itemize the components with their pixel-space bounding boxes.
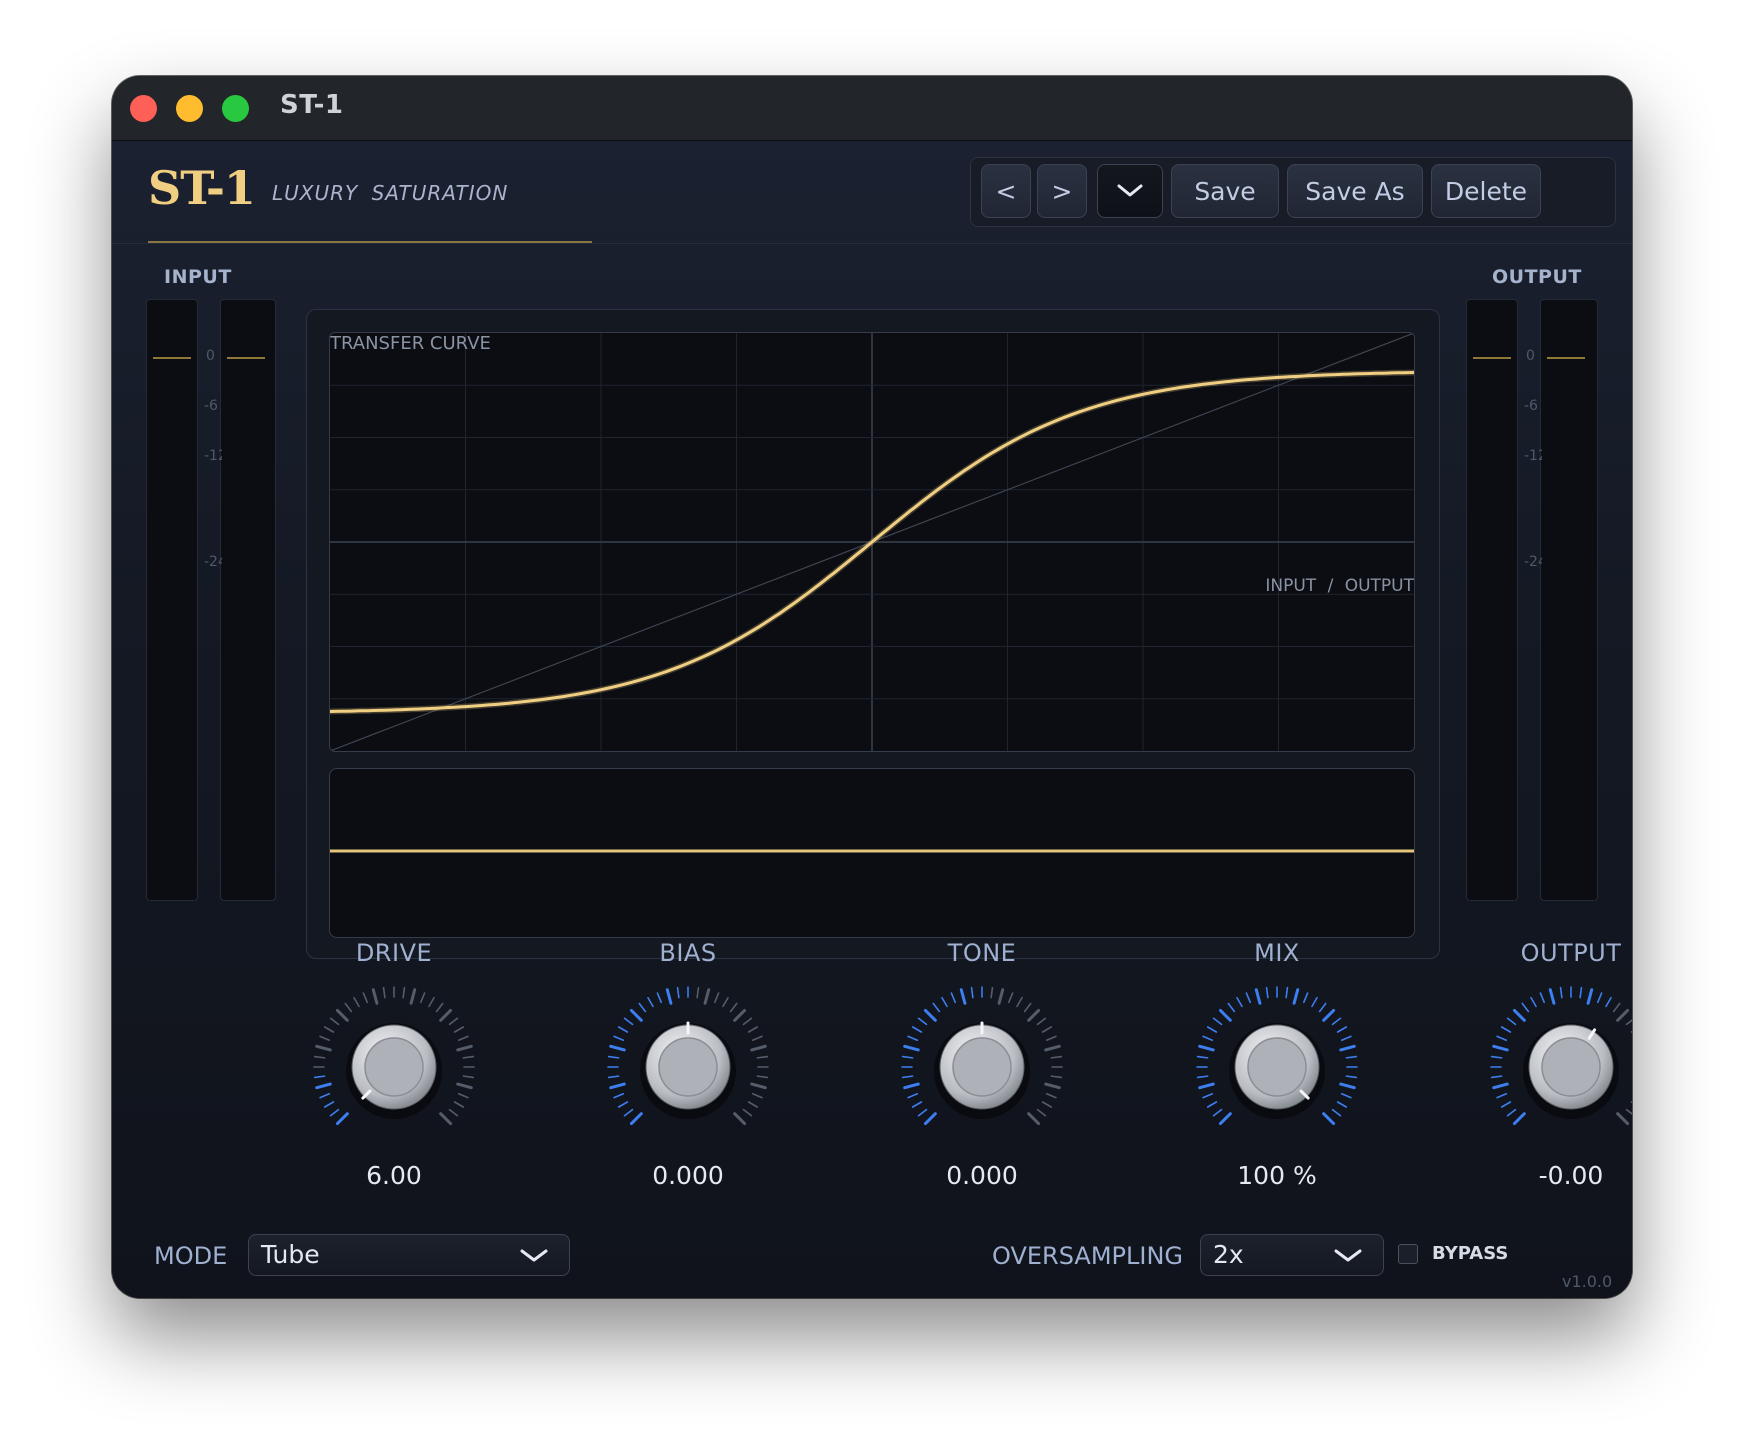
bias-value[interactable]: 0.000	[578, 1161, 798, 1190]
minimize-window-button[interactable]	[176, 95, 203, 122]
mix-knob-group: MIX 100 %	[1167, 939, 1387, 1190]
bias-knob-group: BIAS 0.000	[578, 939, 798, 1190]
input-scale-6: -6	[204, 398, 218, 414]
waveform-display	[329, 768, 1415, 938]
transfer-curve-title: TRANSFER CURVE	[330, 333, 491, 354]
waveform-trace	[330, 849, 1414, 853]
input-scale-24: -24	[204, 554, 222, 570]
window-title: ST-1	[280, 90, 344, 120]
mix-knob[interactable]	[1187, 977, 1367, 1157]
mode-select[interactable]: Tube	[248, 1234, 570, 1276]
preset-bar: < > Save Save As Delete	[970, 157, 1616, 227]
peak-marker	[227, 357, 265, 359]
visualizer-panel: TRANSFER CURVE INPUT / OUTPUT	[306, 309, 1440, 959]
tone-knob-group: TONE 0.000	[872, 939, 1092, 1190]
drive-label: DRIVE	[355, 939, 433, 967]
transfer-curve-display: TRANSFER CURVE INPUT / OUTPUT	[329, 332, 1415, 752]
output-meter-label: OUTPUT	[1492, 266, 1582, 288]
chevron-down-icon	[1117, 184, 1143, 197]
mode-selected-value: Tube	[261, 1240, 320, 1269]
tone-label: TONE	[947, 939, 1017, 967]
input-scale-0: 0	[206, 348, 215, 364]
delete-button[interactable]: Delete	[1431, 164, 1541, 218]
input-meter-right	[220, 299, 276, 901]
mix-value[interactable]: 100 %	[1167, 1161, 1387, 1190]
bypass-checkbox[interactable]	[1398, 1244, 1418, 1264]
input-scale-12: -12	[204, 448, 222, 464]
save-button[interactable]: Save	[1171, 164, 1279, 218]
brand-tagline: LUXURY SATURATION	[272, 181, 509, 205]
title-bar[interactable]: ST-1	[112, 76, 1632, 141]
next-preset-button[interactable]: >	[1037, 164, 1087, 218]
logo-underline	[148, 241, 592, 243]
plugin-body: ST-1 LUXURY SATURATION < > Save Save As …	[112, 141, 1632, 1298]
plugin-window: ST-1 ST-1 LUXURY SATURATION < > Save Sav…	[112, 76, 1632, 1298]
mode-label: MODE	[154, 1242, 228, 1270]
chevron-down-icon	[1334, 1249, 1362, 1262]
peak-marker	[1547, 357, 1585, 359]
tone-knob[interactable]	[892, 977, 1072, 1157]
oversampling-select[interactable]: 2x	[1200, 1234, 1384, 1276]
input-output-axis-label: INPUT / OUTPUT	[1265, 576, 1414, 596]
peak-marker	[1473, 357, 1511, 359]
input-meter-left	[146, 299, 198, 901]
bypass-label[interactable]: BYPASS	[1432, 1243, 1508, 1264]
preset-menu-button[interactable]	[1097, 164, 1163, 218]
drive-knob[interactable]	[304, 977, 484, 1157]
output-knob-group: OUTPUT -0.00	[1461, 939, 1632, 1190]
close-window-button[interactable]	[130, 95, 157, 122]
output-gain-value[interactable]: -0.00	[1461, 1161, 1632, 1190]
header: ST-1 LUXURY SATURATION < > Save Save As …	[112, 141, 1632, 244]
output-meter-right	[1540, 299, 1598, 901]
brand-logo: ST-1	[148, 161, 256, 215]
output-scale-0: 0	[1526, 348, 1535, 364]
chevron-down-icon	[520, 1249, 548, 1262]
output-scale-12: -12	[1524, 448, 1542, 464]
output-gain-knob[interactable]	[1481, 977, 1632, 1157]
mix-label: MIX	[1254, 939, 1300, 967]
drive-value[interactable]: 6.00	[284, 1161, 504, 1190]
output-meter-left	[1466, 299, 1518, 901]
output-gain-label: OUTPUT	[1520, 939, 1622, 967]
tone-value[interactable]: 0.000	[872, 1161, 1092, 1190]
oversampling-label: OVERSAMPLING	[992, 1242, 1184, 1270]
zoom-window-button[interactable]	[222, 95, 249, 122]
version-label: v1.0.0	[1562, 1272, 1613, 1291]
bias-knob[interactable]	[598, 977, 778, 1157]
transfer-curve-graph	[330, 333, 1414, 751]
previous-preset-button[interactable]: <	[981, 164, 1031, 218]
save-as-button[interactable]: Save As	[1287, 164, 1423, 218]
input-meter-label: INPUT	[164, 266, 232, 288]
peak-marker	[153, 357, 191, 359]
bias-label: BIAS	[659, 939, 717, 967]
output-scale-24: -24	[1524, 554, 1542, 570]
drive-knob-group: DRIVE 6.00	[284, 939, 504, 1190]
oversampling-selected-value: 2x	[1213, 1240, 1244, 1269]
output-scale-6: -6	[1524, 398, 1538, 414]
